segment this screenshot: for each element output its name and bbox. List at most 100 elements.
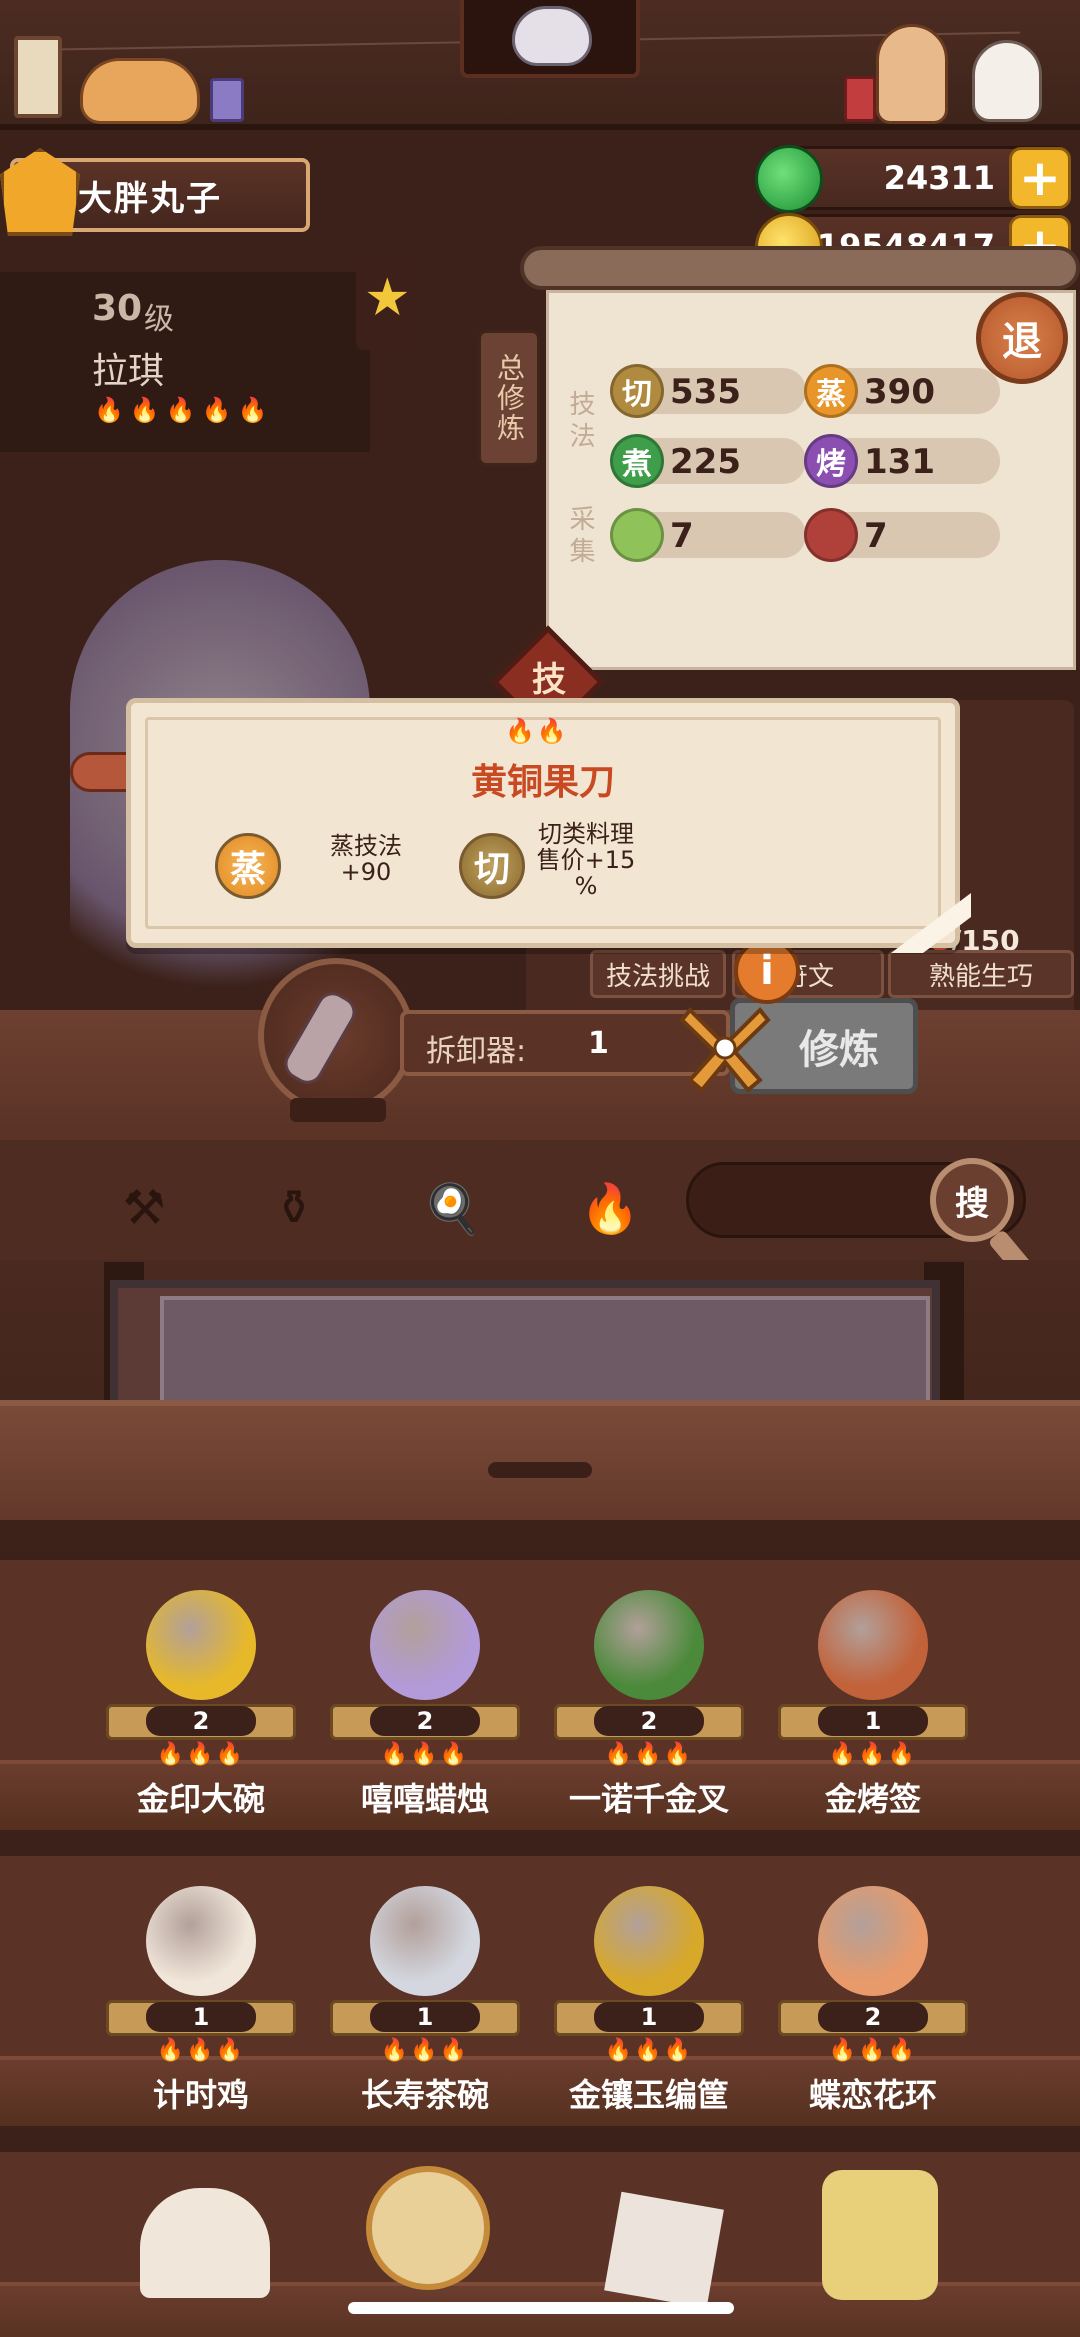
chef-level-unit: 级 [144, 302, 174, 337]
chef-rarity-flames: 🔥🔥🔥🔥🔥 [94, 396, 274, 424]
roast-icon: 烤 [804, 434, 858, 488]
item-rarity-flames: 🔥🔥🔥 [604, 1742, 694, 1767]
item-slot[interactable]: 2 🔥🔥🔥 蝶恋花环 [778, 1866, 968, 2146]
item-slot[interactable]: 1 🔥🔥🔥 金烤签 [778, 1570, 968, 1850]
basket-icon [594, 1886, 704, 1996]
stat-value: 535 [670, 372, 741, 412]
scroll-rod [520, 246, 1080, 290]
item-rarity-flames: 🔥🔥🔥 [156, 1742, 246, 1767]
star-button[interactable]: ★ [356, 250, 422, 350]
chef-name: 拉琪 [92, 351, 165, 392]
item-count: 1 [370, 2002, 480, 2032]
sleeping-cat-icon [80, 58, 200, 124]
top-banner[interactable] [460, 0, 640, 78]
meat-icon [804, 508, 858, 562]
item-slot[interactable]: 2 🔥🔥🔥 嘻嘻蜡烛 [330, 1570, 520, 1850]
steam-icon: 蒸 [215, 833, 281, 899]
item-slot[interactable]: 2 🔥🔥🔥 金印大碗 [106, 1570, 296, 1850]
total-training-tag[interactable]: 总修炼 [478, 330, 540, 466]
exit-button[interactable]: 退 [976, 292, 1068, 384]
girl-figure-icon [876, 24, 948, 124]
item-rarity-flames: 🔥🔥🔥 [828, 1742, 918, 1767]
dismantle-tool-icon[interactable] [670, 990, 780, 1100]
jade-coin-icon [755, 145, 823, 213]
stat-value: 131 [864, 442, 935, 482]
dismantle-count: 1 [588, 1026, 609, 1061]
paw-picture-icon [14, 36, 62, 118]
raccoon-avatar-icon [512, 6, 592, 66]
candle-icon [370, 1590, 480, 1700]
stat-vegetable: 7 [610, 508, 806, 562]
filter-fire-icon[interactable]: 🔥 [578, 1176, 642, 1240]
star-icon: ★ [364, 268, 411, 328]
plate-icon[interactable] [366, 2166, 490, 2290]
item-name: 金镶玉编筐 [568, 2076, 729, 2114]
item-tooltip: 🔥🔥 黄铜果刀 蒸 蒸技法 +90 切 切类料理 售价+15 % [126, 698, 971, 953]
cabbage-icon [610, 508, 664, 562]
jade-amount: 24311 [883, 159, 995, 197]
jade-currency: 24311 + [755, 145, 1071, 213]
cut-icon: 切 [459, 833, 525, 899]
player-name: 大胖丸子 [78, 178, 222, 219]
stat-meat: 7 [804, 508, 1000, 562]
fork-icon [594, 1590, 704, 1700]
add-jade-button[interactable]: + [1009, 147, 1071, 209]
item-name: 嘻嘻蜡烛 [360, 1780, 489, 1818]
home-indicator[interactable] [348, 2302, 734, 2314]
gather-section-label: 采集 [565, 505, 595, 569]
item-count: 1 [594, 2002, 704, 2032]
item-name: 长寿茶碗 [360, 2076, 489, 2114]
skewer-icon [818, 1590, 928, 1700]
item-rarity-flames: 🔥🔥🔥 [828, 2038, 918, 2063]
dice-icon[interactable] [604, 2191, 724, 2309]
filter-pan-icon[interactable]: 🍳 [420, 1176, 484, 1240]
stat-value: 7 [864, 516, 888, 556]
item-slot[interactable]: 1 🔥🔥🔥 计时鸡 [106, 1866, 296, 2146]
search-button[interactable]: 搜 [930, 1158, 1014, 1242]
stat-steam: 蒸 390 [804, 364, 1000, 418]
item-count: 1 [818, 1706, 928, 1736]
item-name: 蝶恋花环 [808, 2076, 937, 2114]
filter-utensil-icon[interactable]: ⚒ [112, 1176, 176, 1240]
flower-wreath-icon [818, 1886, 928, 1996]
filter-bag-icon[interactable]: ⚱ [262, 1176, 326, 1240]
golden-bowl-icon [146, 1590, 256, 1700]
item-name: 金印大碗 [136, 1780, 265, 1818]
tea-bowl-icon [370, 1886, 480, 1996]
tool-stand [290, 1098, 386, 1122]
dismantle-label: 拆卸器: [426, 1034, 527, 1069]
stat-boil: 煮 225 [610, 434, 806, 488]
stat-cut: 切 535 [610, 364, 806, 418]
stat-roast: 烤 131 [804, 434, 1000, 488]
chef-level: 30 [92, 288, 143, 329]
drawer-handle[interactable] [488, 1462, 592, 1478]
item-name: 一诺千金叉 [568, 1780, 729, 1818]
item-name: 金烤签 [824, 1780, 921, 1818]
stat-value: 7 [670, 516, 694, 556]
item-rarity-flames: 🔥🔥🔥 [380, 2038, 470, 2063]
item-count: 2 [594, 1706, 704, 1736]
cut-icon: 切 [610, 364, 664, 418]
item-slot[interactable]: 1 🔥🔥🔥 金镶玉编筐 [554, 1866, 744, 2146]
item-count: 2 [370, 1706, 480, 1736]
item-rarity-flames: 🔥🔥🔥 [156, 2038, 246, 2063]
display-base [0, 1400, 1080, 1520]
item-slot[interactable]: 2 🔥🔥🔥 一诺千金叉 [554, 1570, 744, 1850]
purple-cup-icon [210, 78, 244, 122]
item-count: 2 [818, 2002, 928, 2032]
white-cat-icon [972, 40, 1042, 122]
skill-section-label: 技法 [565, 390, 595, 454]
red-cup-icon [844, 76, 876, 122]
skill-diamond-label: 技 [532, 660, 566, 700]
steam-icon: 蒸 [804, 364, 858, 418]
tab-proficiency[interactable]: 熟能生巧 [888, 950, 1074, 998]
chef-info-panel [0, 272, 370, 452]
item-name: 计时鸡 [152, 2076, 249, 2114]
jar-icon[interactable] [822, 2170, 938, 2300]
teapot-icon[interactable] [140, 2188, 270, 2298]
item-rarity-flames: 🔥🔥🔥 [380, 1742, 470, 1767]
timer-chicken-icon [146, 1886, 256, 1996]
item-rarity-flames: 🔥🔥🔥 [604, 2038, 694, 2063]
effect-cut-text: 切类料理 售价+15 % [536, 820, 636, 900]
item-slot[interactable]: 1 🔥🔥🔥 长寿茶碗 [330, 1866, 520, 2146]
